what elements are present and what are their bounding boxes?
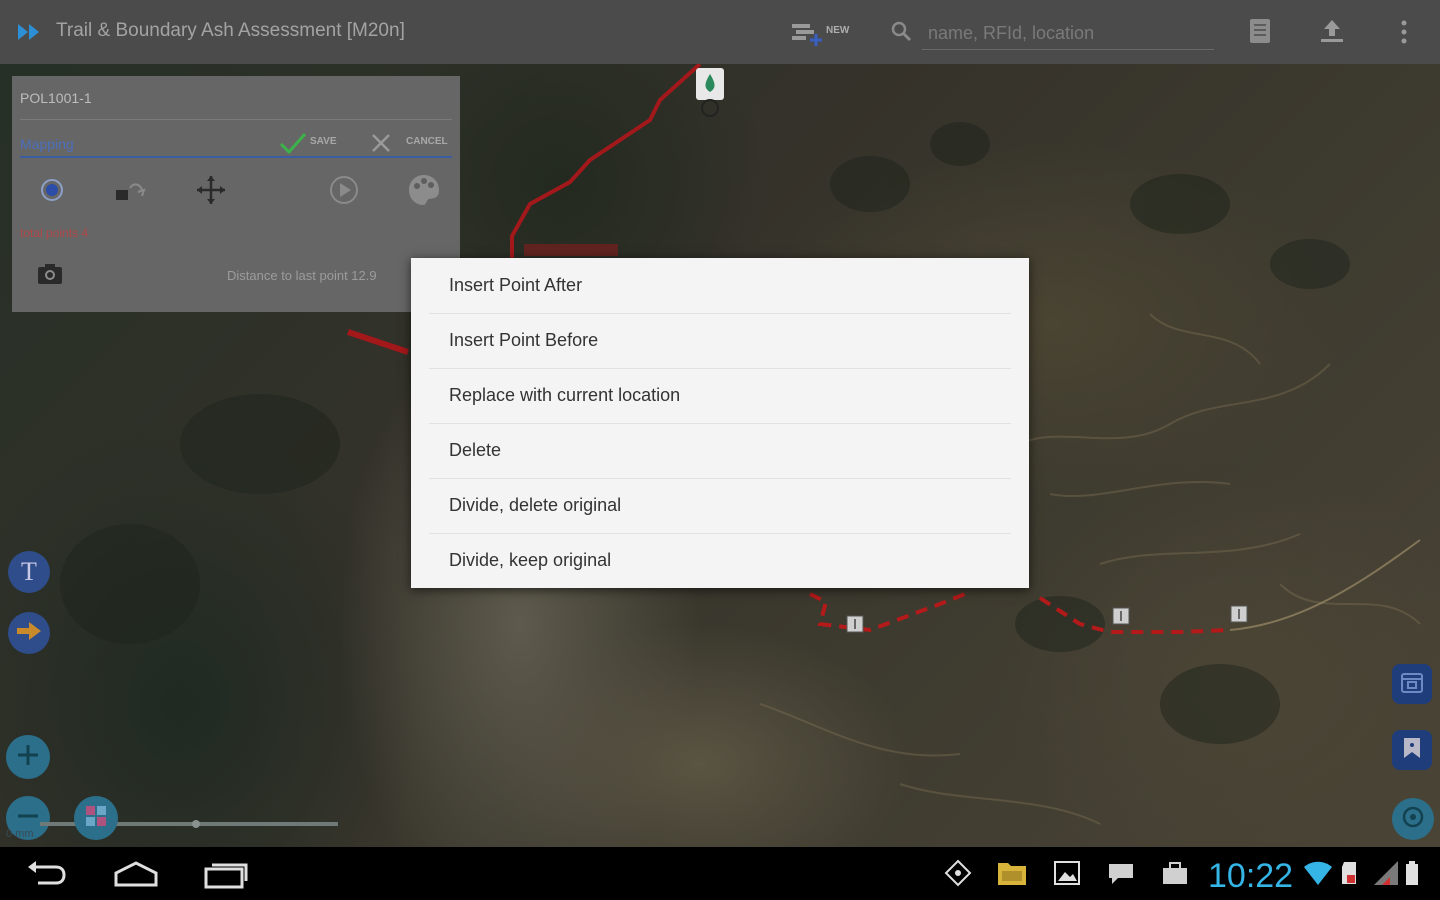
- palette-icon[interactable]: [406, 172, 442, 208]
- distance-text: Distance to last point 12.9: [227, 268, 377, 283]
- action-bar: Trail & Boundary Ash Assessment [M20n] N…: [0, 0, 1440, 64]
- menu-item-divide-delete[interactable]: Divide, delete original: [411, 478, 1029, 533]
- close-icon: [370, 132, 392, 159]
- clock: 10:22: [1208, 857, 1294, 895]
- bookmark-button[interactable]: [1392, 730, 1432, 770]
- layers-button[interactable]: [74, 796, 118, 840]
- gps-status-icon: [944, 859, 972, 892]
- wifi-icon: [1302, 859, 1334, 892]
- chat-notification-icon: [1106, 859, 1136, 892]
- menu-item-replace-location[interactable]: Replace with current location: [411, 368, 1029, 423]
- gps-point-icon[interactable]: [34, 172, 70, 208]
- overflow-menu-icon[interactable]: [1396, 18, 1412, 51]
- point-context-menu: Insert Point After Insert Point Before R…: [411, 258, 1029, 588]
- menu-item-insert-before[interactable]: Insert Point Before: [411, 313, 1029, 368]
- layers-icon: [83, 803, 109, 834]
- folder-notification-icon: [996, 859, 1028, 892]
- menu-item-delete[interactable]: Delete: [411, 423, 1029, 478]
- map-marker-icon: [696, 68, 724, 117]
- search-icon: [890, 20, 912, 47]
- cancel-label: CANCEL: [406, 136, 448, 147]
- menu-item-insert-after[interactable]: Insert Point After: [411, 258, 1029, 313]
- briefcase-notification-icon: [1160, 859, 1190, 892]
- app-logo-icon[interactable]: [18, 22, 44, 47]
- tab-mapping-label: Mapping: [20, 136, 74, 152]
- play-icon[interactable]: [326, 172, 362, 208]
- feature-id-field[interactable]: POL1001-1: [20, 90, 452, 120]
- bookmark-icon: [1399, 735, 1425, 766]
- back-icon[interactable]: [24, 857, 68, 896]
- app-title: Trail & Boundary Ash Assessment [M20n]: [56, 20, 405, 41]
- navigate-button[interactable]: [8, 612, 50, 654]
- upload-icon[interactable]: [1318, 18, 1346, 49]
- route-line-segment: [347, 329, 409, 355]
- search-input[interactable]: [922, 18, 1214, 50]
- my-location-button[interactable]: [1392, 798, 1434, 840]
- menu-item-divide-keep[interactable]: Divide, keep original: [411, 533, 1029, 588]
- image-notification-icon: [1052, 859, 1082, 892]
- new-feature-icon: [790, 18, 824, 53]
- battery-icon: [1404, 859, 1426, 892]
- new-label: NEW: [826, 25, 850, 36]
- home-icon[interactable]: [112, 857, 160, 896]
- calendar-icon: [1399, 669, 1425, 700]
- list-icon[interactable]: [1248, 18, 1272, 49]
- scale-text: 0 mm: [6, 828, 34, 840]
- cancel-button[interactable]: CANCEL: [364, 128, 460, 158]
- plus-icon: [15, 742, 41, 773]
- calendar-button[interactable]: [1392, 664, 1432, 704]
- move-icon[interactable]: [193, 172, 229, 208]
- arrow-right-icon: [15, 619, 43, 648]
- zoom-slider-thumb[interactable]: [192, 820, 200, 828]
- new-button[interactable]: NEW: [788, 16, 858, 50]
- tab-mapping[interactable]: Mapping SAVE CANCEL: [20, 133, 452, 158]
- streaming-icon[interactable]: [112, 172, 148, 208]
- text-label-button[interactable]: T: [8, 551, 50, 593]
- route-line: [510, 64, 702, 264]
- checkmark-icon: [278, 130, 308, 161]
- save-label: SAVE: [310, 136, 337, 147]
- system-navigation-bar: 10:22: [0, 847, 1440, 900]
- save-button[interactable]: SAVE: [266, 128, 356, 158]
- sd-card-icon: [1338, 859, 1360, 892]
- feature-editor-panel: POL1001-1 Mapping SAVE CANCEL total poin…: [12, 76, 460, 312]
- locate-icon: [1399, 803, 1427, 836]
- signal-icon: [1372, 859, 1402, 892]
- zoom-in-button[interactable]: [6, 735, 50, 779]
- recent-apps-icon[interactable]: [202, 857, 250, 896]
- camera-icon[interactable]: [36, 262, 64, 291]
- total-points-text: total points 4: [20, 226, 89, 240]
